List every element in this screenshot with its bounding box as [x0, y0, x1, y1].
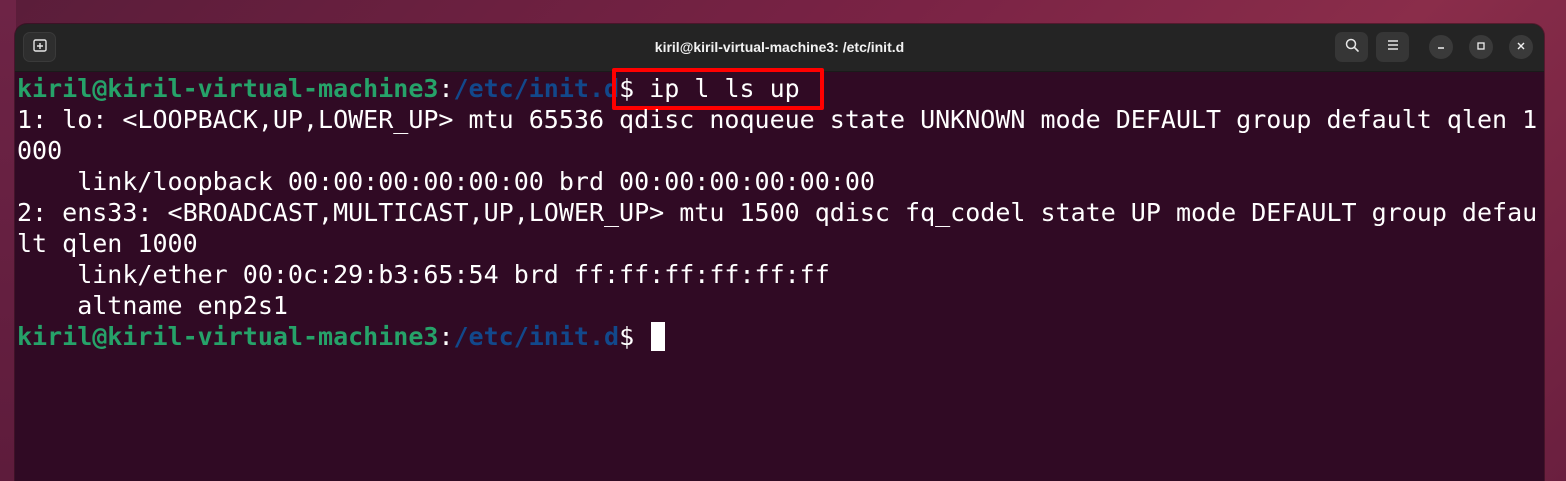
- prompt-path: /etc/init.d: [453, 322, 620, 351]
- output-line: lt qlen 1000: [17, 229, 198, 258]
- maximize-button[interactable]: [1469, 35, 1493, 59]
- text-cursor: [651, 322, 666, 351]
- hamburger-menu-icon: [1386, 38, 1400, 57]
- prompt-colon: :: [438, 322, 454, 351]
- close-button[interactable]: [1509, 35, 1533, 59]
- prompt-path: /etc/init.d: [453, 74, 620, 103]
- maximize-icon: [1476, 38, 1486, 56]
- search-button[interactable]: [1335, 32, 1368, 62]
- output-line: 000: [17, 136, 63, 165]
- minimize-button[interactable]: [1429, 35, 1453, 59]
- output-line: link/loopback 00:00:00:00:00:00 brd 00:0…: [17, 167, 875, 196]
- output-line: altname enp2s1: [17, 291, 288, 320]
- window-title: kiril@kiril-virtual-machine3: /etc/init.…: [654, 39, 905, 55]
- output-line: 2: ens33: <BROADCAST,MULTICAST,UP,LOWER_…: [17, 198, 1538, 227]
- close-icon: [1516, 38, 1526, 56]
- menu-button[interactable]: [1376, 32, 1409, 62]
- search-icon: [1344, 37, 1360, 58]
- prompt-dollar: $: [619, 322, 635, 351]
- prompt-user-host: kiril@kiril-virtual-machine3: [17, 74, 439, 103]
- prompt-user-host: kiril@kiril-virtual-machine3: [17, 322, 439, 351]
- window-titlebar[interactable]: kiril@kiril-virtual-machine3: /etc/init.…: [15, 24, 1544, 72]
- terminal-window: kiril@kiril-virtual-machine3: /etc/init.…: [15, 24, 1544, 481]
- prompt-line: kiril@kiril-virtual-machine3:/etc/init.d…: [17, 321, 666, 352]
- minimize-icon: [1436, 38, 1446, 56]
- output-line: link/ether 00:0c:29:b3:65:54 brd ff:ff:f…: [17, 260, 830, 289]
- output-line: 1: lo: <LOOPBACK,UP,LOWER_UP> mtu 65536 …: [17, 105, 1538, 134]
- desktop-background: [0, 0, 16, 481]
- terminal-body[interactable]: kiril@kiril-virtual-machine3:/etc/init.d…: [15, 68, 1544, 481]
- prompt-colon: :: [438, 74, 454, 103]
